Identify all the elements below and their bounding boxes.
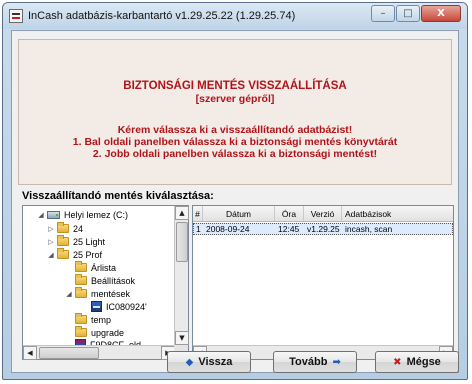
- column-header-version[interactable]: Verzió: [304, 206, 342, 221]
- tree-item-drive[interactable]: ◢ Helyi lemez (C:): [37, 208, 128, 221]
- cancel-button-label: Mégse: [406, 356, 441, 368]
- next-button[interactable]: Tovább ➡: [273, 351, 357, 373]
- tree-item-label: IC080924': [106, 301, 147, 312]
- backup-file-icon: [91, 301, 102, 312]
- window-title: InCash adatbázis-karbantartó v1.29.25.22…: [28, 10, 296, 22]
- scroll-down-icon[interactable]: ▼: [175, 331, 189, 345]
- expand-toggle-icon[interactable]: ◢: [47, 251, 55, 259]
- next-arrow-icon: ➡: [332, 356, 341, 368]
- tree-item-label: Beállítások: [91, 275, 136, 286]
- folder-icon: [75, 261, 87, 272]
- column-header-date[interactable]: Dátum: [203, 206, 275, 221]
- section-label: Visszaállítandó mentés kiválasztása:: [22, 190, 214, 202]
- dialog-body: BIZTONSÁGI MENTÉS VISSZAÁLLÍTÁSA [szerve…: [11, 30, 459, 373]
- expand-toggle-icon[interactable]: ▷: [47, 225, 55, 233]
- instruction-line-1: Kérem válassza ki a visszaállítandó adat…: [117, 124, 353, 136]
- panel-subtitle: [szerver gépről]: [195, 93, 275, 105]
- tree-item-label: mentések: [91, 288, 131, 299]
- folder-icon: [75, 287, 87, 298]
- tree-item-mentesek[interactable]: ◢ mentések: [65, 287, 130, 300]
- cell-version: v1.29.25: [304, 223, 342, 235]
- expand-toggle-icon[interactable]: ◢: [37, 211, 45, 219]
- column-header-databases[interactable]: Adatbázisok: [342, 206, 453, 221]
- tree-item-25-light[interactable]: ▷ 25 Light: [47, 235, 105, 248]
- tree-vertical-scrollbar[interactable]: ▲ ▼: [174, 206, 189, 345]
- app-icon: [9, 9, 23, 23]
- tree-item-24[interactable]: ▷ 24: [47, 222, 83, 235]
- drive-icon: [47, 210, 60, 219]
- scroll-up-icon[interactable]: ▲: [175, 206, 189, 220]
- tree-horizontal-scroll-thumb[interactable]: [39, 347, 99, 359]
- tree-item-label: Árlista: [91, 262, 117, 273]
- column-header-time[interactable]: Óra: [275, 206, 304, 221]
- tree-item-label: temp: [91, 314, 112, 325]
- cancel-x-icon: ✖: [393, 356, 402, 368]
- folder-icon: [57, 222, 69, 233]
- cell-number: 1: [193, 223, 203, 235]
- panel-title: BIZTONSÁGI MENTÉS VISSZAÁLLÍTÁSA: [123, 80, 347, 92]
- cell-time: 12:45: [275, 223, 304, 235]
- tree-horizontal-scrollbar[interactable]: ◀ ▶: [23, 345, 175, 360]
- tree-item-label: upgrade: [91, 327, 125, 338]
- folder-icon: [75, 274, 87, 285]
- cancel-button[interactable]: ✖ Mégse: [375, 351, 459, 373]
- tree-item-temp[interactable]: temp: [65, 313, 111, 326]
- tree-item-backup-folder[interactable]: IC080924': [81, 300, 147, 313]
- folder-icon: [75, 326, 87, 337]
- tree-item-label: 24: [73, 223, 84, 234]
- close-button[interactable]: X: [421, 5, 461, 22]
- folder-icon: [75, 313, 87, 324]
- folder-tree[interactable]: ◢ Helyi lemez (C:) ▷ 24 ▷ 25 Light ◢ 25 …: [22, 205, 189, 360]
- tree-item-label: 25 Prof: [73, 249, 103, 260]
- instruction-line-3: 2. Jobb oldali panelben válassza ki a bi…: [92, 148, 378, 160]
- tree-item-beallitasok[interactable]: Beállítások: [65, 274, 135, 287]
- minimize-button[interactable]: –: [371, 5, 395, 22]
- table-row[interactable]: 1 2008-09-24 12:45 v1.29.25 incash, scan: [193, 223, 453, 235]
- backup-list-grid[interactable]: # Dátum Óra Verzió Adatbázisok 1 2008-09…: [192, 205, 454, 360]
- tree-item-25-prof[interactable]: ◢ 25 Prof: [47, 248, 102, 261]
- tree-item-label: 25 Light: [73, 236, 106, 247]
- tree-vertical-scroll-thumb[interactable]: [176, 222, 188, 262]
- expand-toggle-icon[interactable]: ▷: [47, 238, 55, 246]
- folder-icon: [57, 248, 69, 259]
- cell-date: 2008-09-24: [203, 223, 275, 235]
- folder-tree-list: ◢ Helyi lemez (C:) ▷ 24 ▷ 25 Light ◢ 25 …: [23, 206, 175, 345]
- back-button-label: Vissza: [198, 356, 233, 368]
- scroll-left-icon[interactable]: ◀: [23, 346, 37, 360]
- back-button[interactable]: ◆ Vissza: [167, 351, 251, 373]
- instruction-line-2: 1. Bal oldali panelben válassza ki a biz…: [72, 136, 398, 148]
- instruction-panel: BIZTONSÁGI MENTÉS VISSZAÁLLÍTÁSA [szerve…: [18, 39, 452, 185]
- back-arrow-icon: ◆: [185, 356, 194, 368]
- grid-header-row: # Dátum Óra Verzió Adatbázisok: [193, 206, 453, 222]
- next-button-label: Tovább: [289, 356, 328, 368]
- title-bar[interactable]: InCash adatbázis-karbantartó v1.29.25.22…: [3, 3, 467, 29]
- window-controls: – □ X: [370, 5, 461, 22]
- maximize-button[interactable]: □: [396, 5, 420, 22]
- column-header-number[interactable]: #: [193, 206, 203, 221]
- folder-icon: [57, 235, 69, 246]
- cell-databases: incash, scan: [342, 223, 453, 235]
- tree-item-label: Helyi lemez (C:): [64, 209, 129, 220]
- expand-toggle-icon[interactable]: ◢: [65, 290, 73, 298]
- app-window: InCash adatbázis-karbantartó v1.29.25.22…: [2, 2, 468, 380]
- tree-item-arlista[interactable]: Árlista: [65, 261, 116, 274]
